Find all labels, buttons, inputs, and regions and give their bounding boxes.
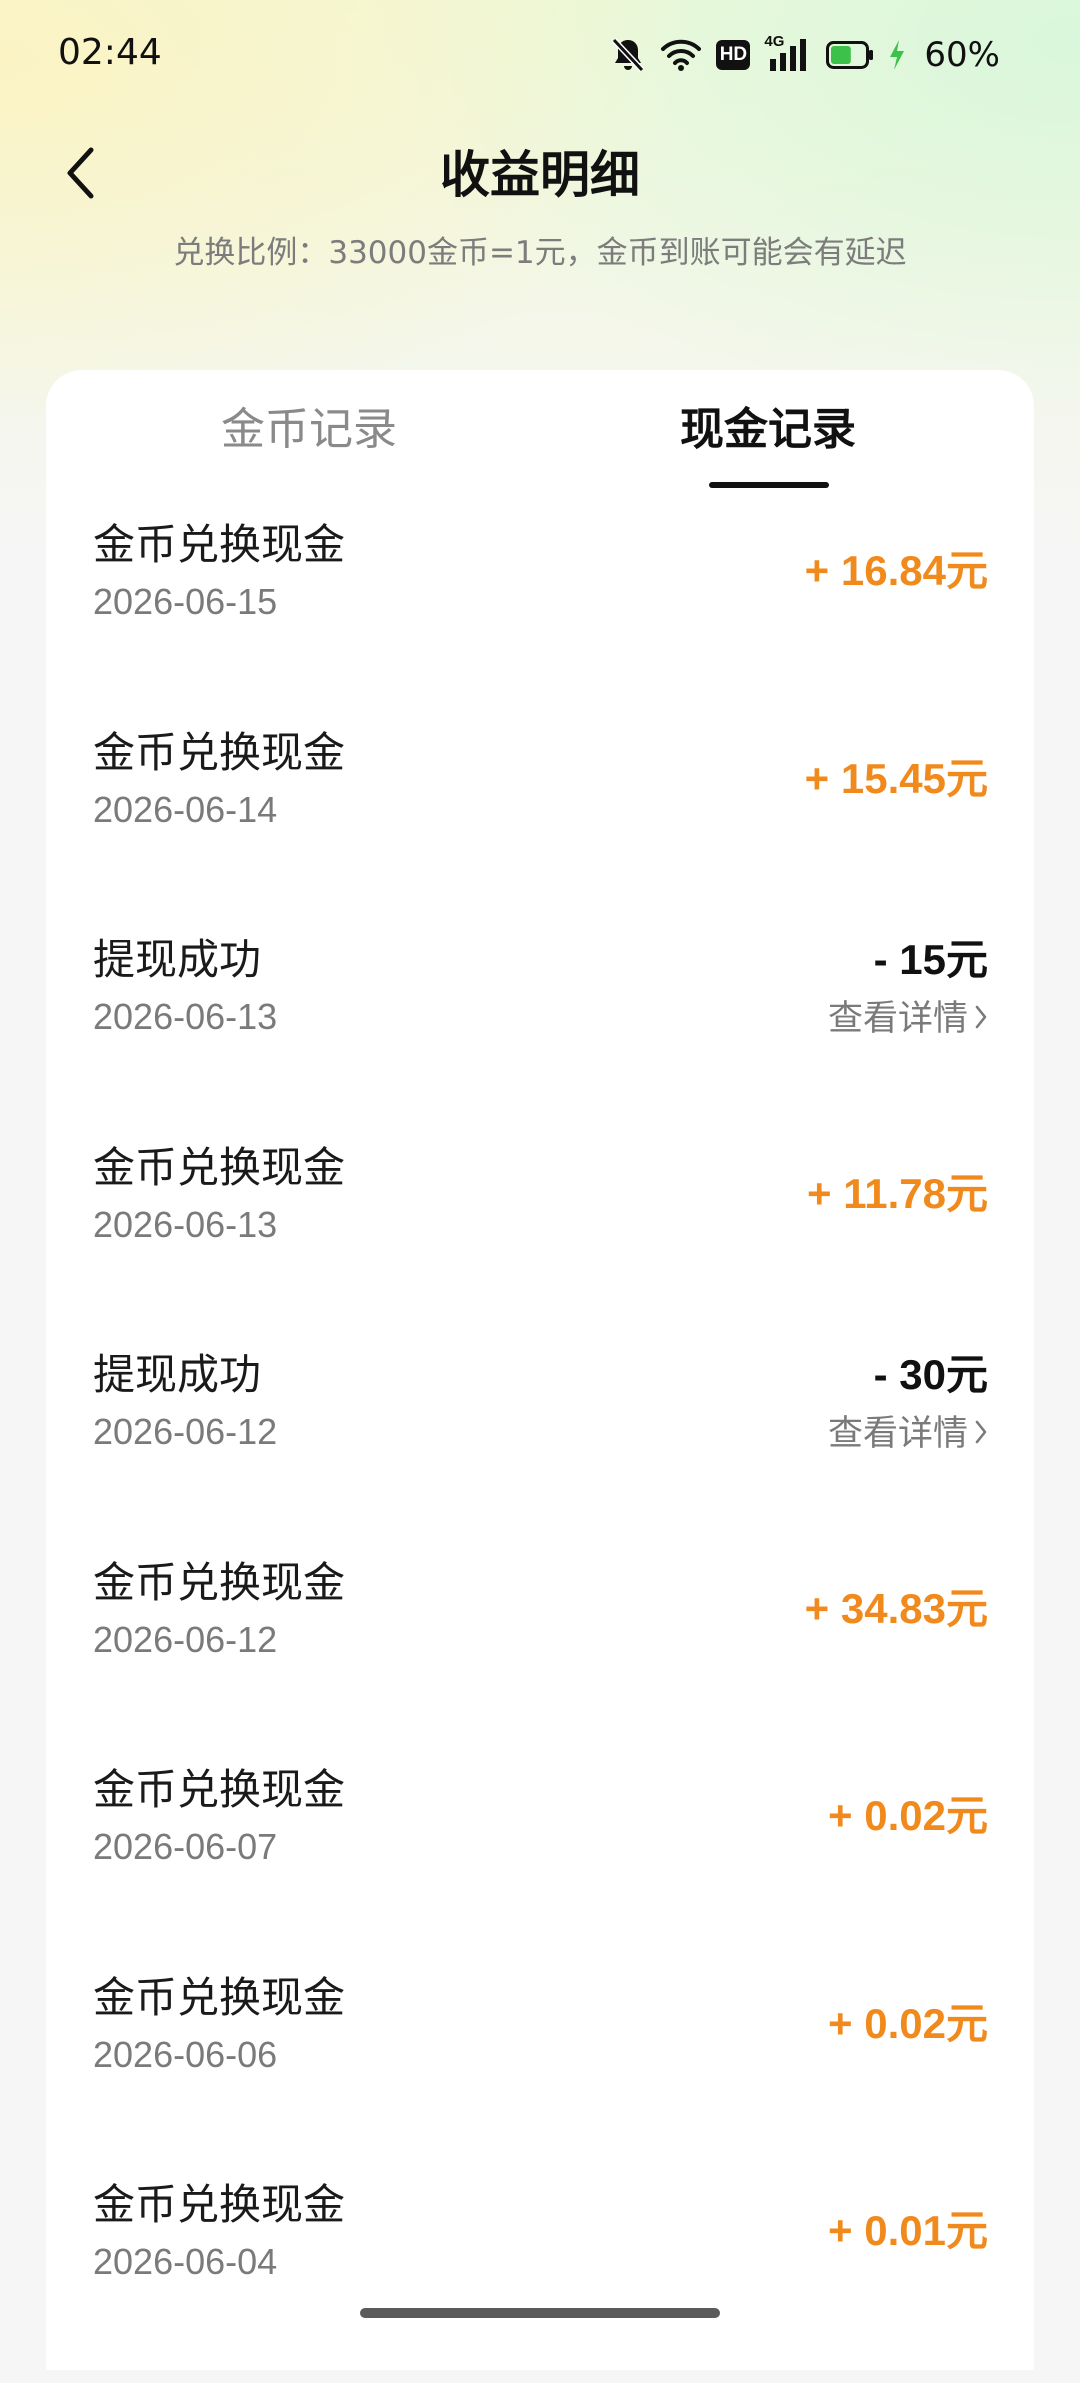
view-details-link[interactable]: 查看详情 — [828, 1409, 988, 1459]
record-amount: + 16.84元 — [805, 541, 988, 601]
record-amount-unit: 元 — [945, 1998, 988, 2048]
home-indicator[interactable] — [360, 2308, 720, 2318]
record-amount: + 11.78元 — [807, 1164, 988, 1224]
record-date: 2026-06-04 — [93, 2241, 278, 2282]
cash-record-list: 金币兑换现金 2026-06-15 + 16.84元 金币兑换现金 2026-06-14… — [46, 515, 1034, 2383]
record-row[interactable]: 提现成功 2026-06-12 - 30元查看详情 — [46, 1345, 1034, 1553]
record-row: 金币兑换现金 2026-06-12 + 34.83元 — [46, 1553, 1034, 1761]
record-amount-unit: 元 — [945, 1791, 988, 1840]
record-amount: + 0.02元 — [828, 1786, 988, 1846]
tab-coin-records[interactable]: 金币记录 — [221, 400, 397, 460]
record-amount-value: + 0.02 — [828, 1999, 946, 2047]
record-date: 2026-06-15 — [93, 581, 278, 622]
record-title: 金币兑换现金 — [93, 1142, 346, 1192]
record-date: 2026-06-14 — [93, 788, 278, 830]
record-title: 金币兑换现金 — [93, 1557, 346, 1607]
record-row: 金币兑换现金 2026-06-14 + 15.45元 — [46, 723, 1034, 931]
record-amount-unit: 元 — [945, 546, 988, 595]
view-details-label: 查看详情 — [827, 1414, 968, 1454]
battery-icon — [826, 40, 874, 70]
record-row: 金币兑换现金 2026-06-04 + 0.01元 — [46, 2175, 1034, 2383]
record-amount-value: - 15 — [873, 936, 946, 983]
record-amount-value: + 34.83 — [804, 1584, 946, 1632]
page-title: 收益明细 — [440, 146, 640, 204]
record-amount: + 15.45元 — [805, 749, 988, 809]
record-amount: + 0.01元 — [828, 2201, 988, 2261]
tab-cash-records[interactable]: 现金记录 — [680, 400, 856, 460]
record-amount-unit: 元 — [945, 1350, 988, 1399]
record-date: 2026-06-12 — [93, 1618, 278, 1660]
record-amount-unit: 元 — [945, 1168, 988, 1218]
battery-percent: 60% — [924, 35, 1000, 75]
record-amount-unit: 元 — [945, 753, 988, 803]
record-amount: + 0.02元 — [828, 1994, 988, 2054]
record-date: 2026-06-07 — [93, 1826, 278, 1867]
record-amount-value: + 0.01 — [828, 2207, 946, 2254]
bell-muted-icon — [610, 36, 646, 74]
record-amount-value: + 11.78 — [807, 1169, 946, 1217]
chevron-right-icon — [974, 994, 988, 1044]
hd-icon: HD — [716, 40, 751, 70]
record-amount: - 30元 — [874, 1345, 988, 1405]
record-date: 2026-06-06 — [93, 2033, 278, 2075]
tab-bar: 金币记录 现金记录 — [46, 370, 1034, 490]
record-amount-value: + 16.84 — [804, 547, 946, 594]
record-amount-value: + 0.02 — [828, 1792, 946, 1839]
record-title: 金币兑换现金 — [93, 520, 346, 569]
record-amount-unit: 元 — [945, 2206, 988, 2255]
record-row[interactable]: 提现成功 2026-06-13 - 15元查看详情 — [46, 930, 1034, 1138]
record-date: 2026-06-12 — [93, 1411, 278, 1452]
active-tab-indicator — [709, 482, 829, 488]
records-card: 金币记录 现金记录 金币兑换现金 2026-06-15 + 16.84元 金币兑换现金… — [46, 370, 1034, 2370]
record-row: 金币兑换现金 2026-06-07 + 0.02元 — [46, 1760, 1034, 1968]
status-icons: HD 4G 60% — [610, 30, 1000, 80]
record-title: 提现成功 — [93, 935, 262, 984]
record-title: 提现成功 — [93, 1350, 262, 1399]
record-amount-value: - 30 — [873, 1351, 946, 1398]
exchange-rate-note: 兑换比例：33000金币=1元，金币到账可能会有延迟 — [173, 235, 907, 271]
record-amount-value: + 15.45 — [804, 754, 946, 802]
record-title: 金币兑换现金 — [93, 1765, 346, 1814]
chevron-right-icon — [974, 1409, 988, 1459]
status-bar: 02:44 HD 4G 60% — [0, 0, 1080, 110]
wifi-icon — [660, 38, 702, 72]
record-amount: + 34.83元 — [805, 1579, 988, 1639]
record-date: 2026-06-13 — [93, 1203, 278, 1245]
record-row: 金币兑换现金 2026-06-06 + 0.02元 — [46, 1968, 1034, 2176]
record-amount-unit: 元 — [945, 935, 988, 984]
view-details-link[interactable]: 查看详情 — [828, 994, 988, 1044]
record-row: 金币兑换现金 2026-06-13 + 11.78元 — [46, 1138, 1034, 1346]
record-title: 金币兑换现金 — [93, 2180, 346, 2229]
record-row: 金币兑换现金 2026-06-15 + 16.84元 — [46, 515, 1034, 723]
record-title: 金币兑换现金 — [93, 727, 346, 777]
record-amount: - 15元 — [874, 930, 988, 990]
status-time: 02:44 — [58, 32, 162, 73]
record-amount-unit: 元 — [945, 1583, 988, 1633]
record-date: 2026-06-13 — [93, 996, 278, 1037]
cellular-signal-icon: 4G — [764, 33, 812, 73]
record-title: 金币兑换现金 — [93, 1972, 346, 2022]
charging-icon — [888, 39, 906, 71]
view-details-label: 查看详情 — [827, 999, 968, 1039]
